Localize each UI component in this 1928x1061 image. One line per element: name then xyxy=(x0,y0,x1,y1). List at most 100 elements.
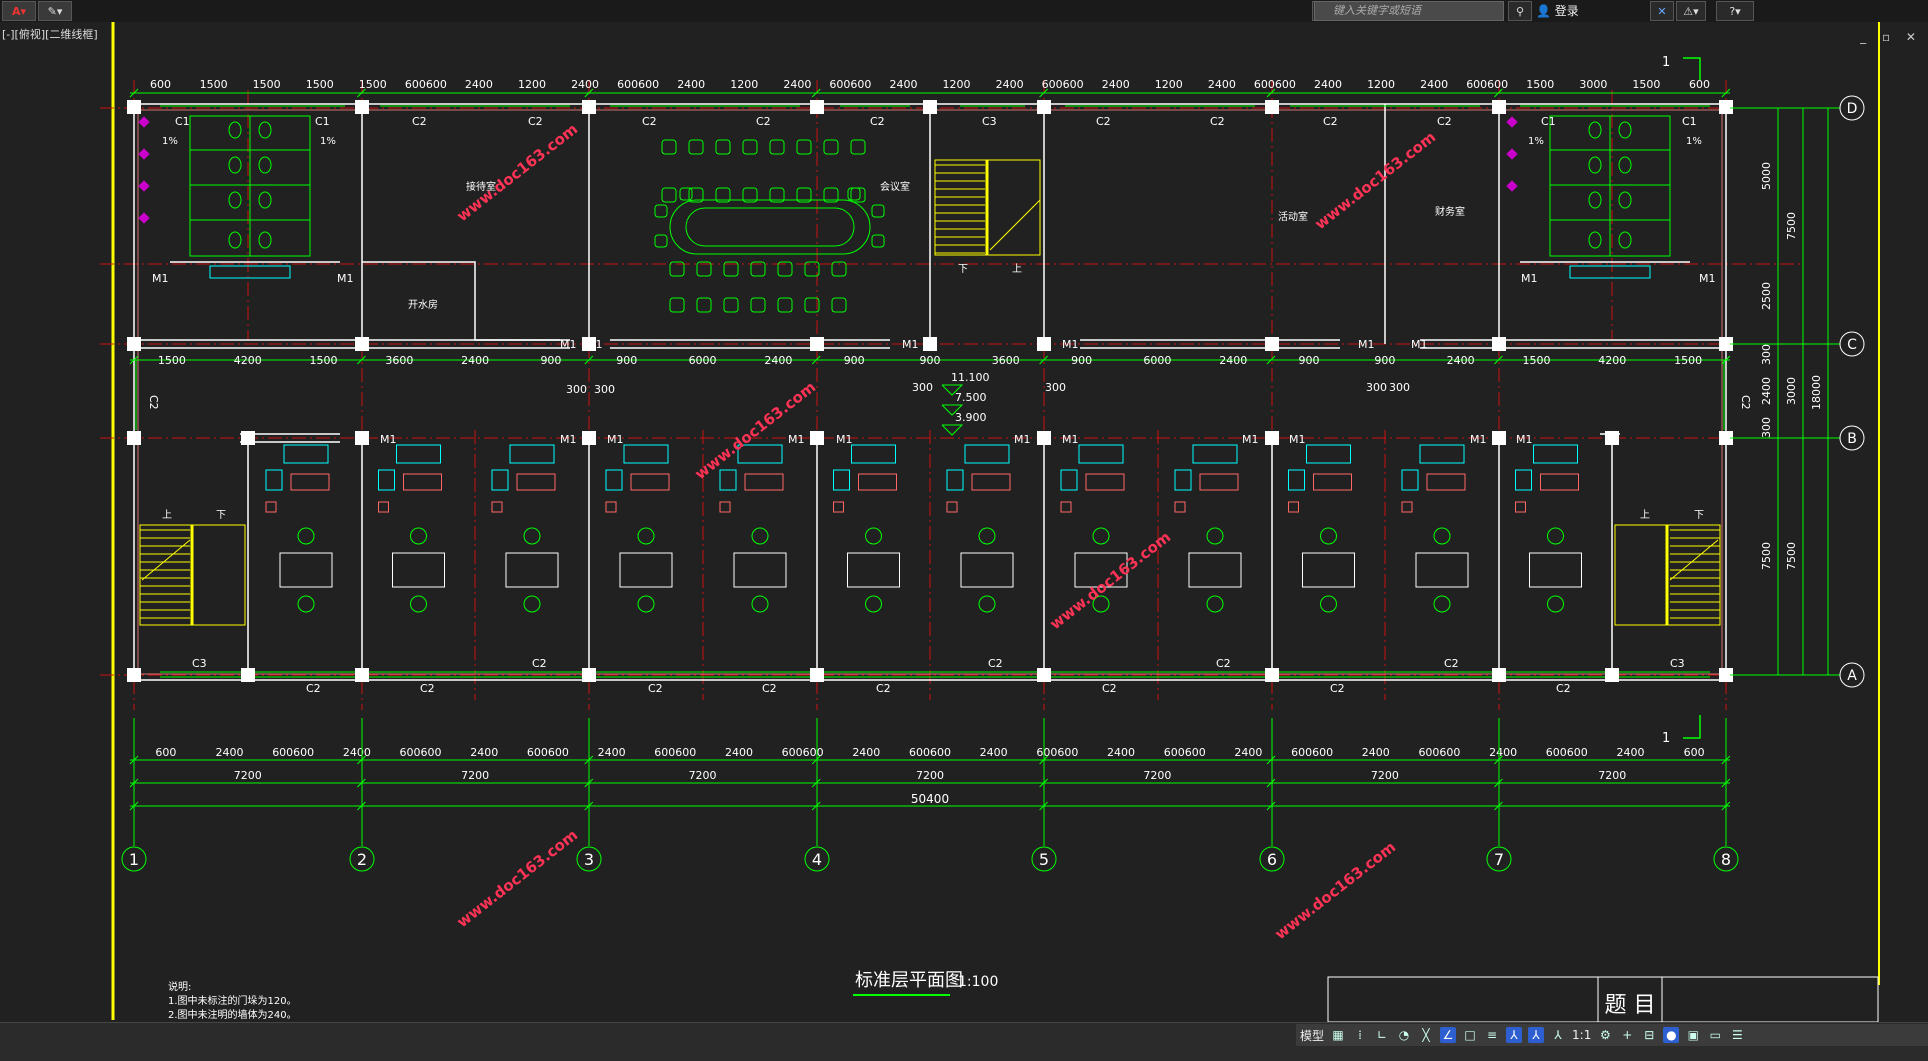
stair-left-up: 上 xyxy=(162,509,172,521)
mid-dim-15: 900 xyxy=(1299,354,1320,367)
opening-tag-31: M1 xyxy=(1242,433,1259,446)
bottom-dim-21: 2400 xyxy=(1489,746,1517,759)
elevation-3900: 3.900 xyxy=(955,411,987,424)
meeting-table xyxy=(669,199,871,255)
lineweight-icon[interactable]: ≡ xyxy=(1484,1027,1500,1043)
annotation-visibility-icon[interactable]: ⅄ xyxy=(1506,1027,1523,1043)
mid-dim-3: 3600 xyxy=(385,354,413,367)
object-snap-icon[interactable]: ∠ xyxy=(1440,1027,1457,1043)
meeting-chairs xyxy=(654,139,885,313)
polar-icon[interactable]: ◔ xyxy=(1396,1027,1412,1043)
opening-tag-40: C2 xyxy=(762,682,777,695)
dim-7500-bottom-a: 7500 xyxy=(1760,542,1773,570)
opening-tag-13: C1 xyxy=(1682,115,1697,128)
watermark-3: www.doc163.com xyxy=(691,378,819,483)
top-dim-23: 1200 xyxy=(1367,78,1395,91)
opening-tag-37: C2 xyxy=(420,682,435,695)
opening-tag-18: M1 xyxy=(902,338,919,351)
top-dim-28: 1500 xyxy=(1632,78,1660,91)
grid-icon[interactable]: ▦ xyxy=(1330,1027,1346,1043)
bottom-dim-9: 2400 xyxy=(725,746,753,759)
axis-letter-c: C xyxy=(1847,337,1857,353)
stair-middle xyxy=(934,159,1041,256)
status-toolbar: 模型 ▦ ⁞ ∟ ◔ ╳ ∠ □ ≡ ⅄ ⅄ ⅄ 1:1 ⚙ + ⊟ ● ▣ ▭… xyxy=(1296,1024,1928,1046)
opening-tag-3: C2 xyxy=(528,115,543,128)
bottom-dim-13: 2400 xyxy=(980,746,1008,759)
bottom-dim-24: 600 xyxy=(1684,746,1705,759)
section-mark-bottom: 1 xyxy=(1662,731,1670,746)
elevation-11100: 11.100 xyxy=(951,371,990,384)
top-dim-20: 2400 xyxy=(1208,78,1236,91)
axis-number-6: 6 xyxy=(1267,850,1277,869)
opening-tag-10: C2 xyxy=(1323,115,1338,128)
bottom-dim-14: 600600 xyxy=(1036,746,1078,759)
ortho-icon[interactable]: ∟ xyxy=(1374,1027,1390,1043)
top-dim-9: 600600 xyxy=(617,78,659,91)
opening-tag-48: C3 xyxy=(1670,657,1685,670)
clean-screen-icon[interactable]: ▭ xyxy=(1707,1027,1723,1043)
plus-icon[interactable]: + xyxy=(1619,1027,1635,1043)
right-dimension-labels: 5000 2500 7500 300 2400 3000 300 7500 75… xyxy=(1760,162,1823,570)
axis-letter-a: A xyxy=(1847,668,1857,684)
bottom-dim-4: 600600 xyxy=(400,746,442,759)
isolate-icon[interactable]: ● xyxy=(1663,1027,1680,1043)
mid-dim-6: 900 xyxy=(616,354,637,367)
stair-right-down: 下 xyxy=(1694,510,1704,521)
top-dimension-labels: 600 1500 1500 1500 1500 600600 2400 1200 2400 600… xyxy=(150,78,1710,91)
side-window-tag-1: C2 xyxy=(1739,395,1752,410)
axis-number-3: 3 xyxy=(584,850,594,869)
axis-letter-b: B xyxy=(1847,431,1857,447)
bottom-dim-22: 600600 xyxy=(1546,746,1588,759)
help-icon[interactable]: ?▾ xyxy=(1716,1,1754,21)
annotation-scale-icon[interactable]: ⅄ xyxy=(1550,1027,1566,1043)
dim-18000: 18000 xyxy=(1810,375,1823,410)
exchange-icon[interactable]: ✕ xyxy=(1650,1,1674,21)
hardware-accel-icon[interactable]: ▣ xyxy=(1685,1027,1701,1043)
top-dim-19: 1200 xyxy=(1155,78,1183,91)
opening-tag-47: C2 xyxy=(1556,682,1571,695)
login-link[interactable]: 👤 登录 xyxy=(1536,2,1579,19)
top-dim-18: 2400 xyxy=(1102,78,1130,91)
login-label: 登录 xyxy=(1554,4,1579,18)
gear-icon[interactable]: ⚙ xyxy=(1597,1027,1613,1043)
slope-1: 1% xyxy=(162,136,178,147)
top-dim-7: 1200 xyxy=(518,78,546,91)
binoculars-icon[interactable]: ⚲ xyxy=(1508,1,1532,21)
top-dim-5: 600600 xyxy=(405,78,447,91)
app-menu-button[interactable]: A▾ xyxy=(2,1,36,21)
search-input[interactable]: 键入关键字或短语 xyxy=(1314,1,1504,21)
opening-tag-17: M1 xyxy=(586,338,603,351)
room-meeting: 会议室 xyxy=(880,180,910,193)
bay-dim-6: 7200 xyxy=(1598,769,1626,782)
isodraft-icon[interactable]: ╳ xyxy=(1418,1027,1434,1043)
workspace-icon[interactable]: ⊟ xyxy=(1641,1027,1657,1043)
room-activity: 活动室 xyxy=(1278,210,1308,223)
object-track-icon[interactable]: □ xyxy=(1462,1027,1478,1043)
model-tab[interactable]: 模型 xyxy=(1300,1027,1324,1044)
watermark-4: www.doc163.com xyxy=(1046,528,1174,633)
stair-right-up: 上 xyxy=(1640,509,1650,521)
mid-dim-18: 1500 xyxy=(1522,354,1550,367)
bottom-dim-6: 600600 xyxy=(527,746,569,759)
snap-icon[interactable]: ⁞ xyxy=(1352,1027,1368,1043)
title-block xyxy=(1327,976,1879,1022)
opening-tag-43: C2 xyxy=(1102,682,1117,695)
bottom-dim-17: 2400 xyxy=(1234,746,1262,759)
axis-grid xyxy=(100,80,1800,710)
bay-dim-5: 7200 xyxy=(1371,769,1399,782)
scale-value[interactable]: 1:1 xyxy=(1572,1028,1591,1042)
customize-menu-icon[interactable]: ☰ xyxy=(1729,1027,1745,1043)
bottom-dim-7: 2400 xyxy=(598,746,626,759)
top-dim-17: 600600 xyxy=(1042,78,1084,91)
stair-left-down: 下 xyxy=(216,510,226,521)
corridor-dimension-labels: 1500 4200 1500 3600 2400 900 900 6000 2400 900 900… xyxy=(158,354,1702,367)
mid-dim-20: 1500 xyxy=(1674,354,1702,367)
autodesk-app-icon[interactable]: ⚠▾ xyxy=(1676,1,1706,21)
quick-access-button[interactable]: ✎▾ xyxy=(38,1,72,21)
corridor-300-5: 300 xyxy=(1366,381,1387,394)
corridor-300-2: 300 xyxy=(594,383,615,396)
auto-scale-icon[interactable]: ⅄ xyxy=(1528,1027,1545,1043)
bay-dimension-labels: 7200 7200 7200 7200 7200 7200 7200 xyxy=(234,769,1627,782)
opening-tag-19: M1 xyxy=(1062,338,1079,351)
drawing-canvas[interactable]: 600 1500 1500 1500 1500 600600 2400 1200 2400 600… xyxy=(0,22,1928,1022)
